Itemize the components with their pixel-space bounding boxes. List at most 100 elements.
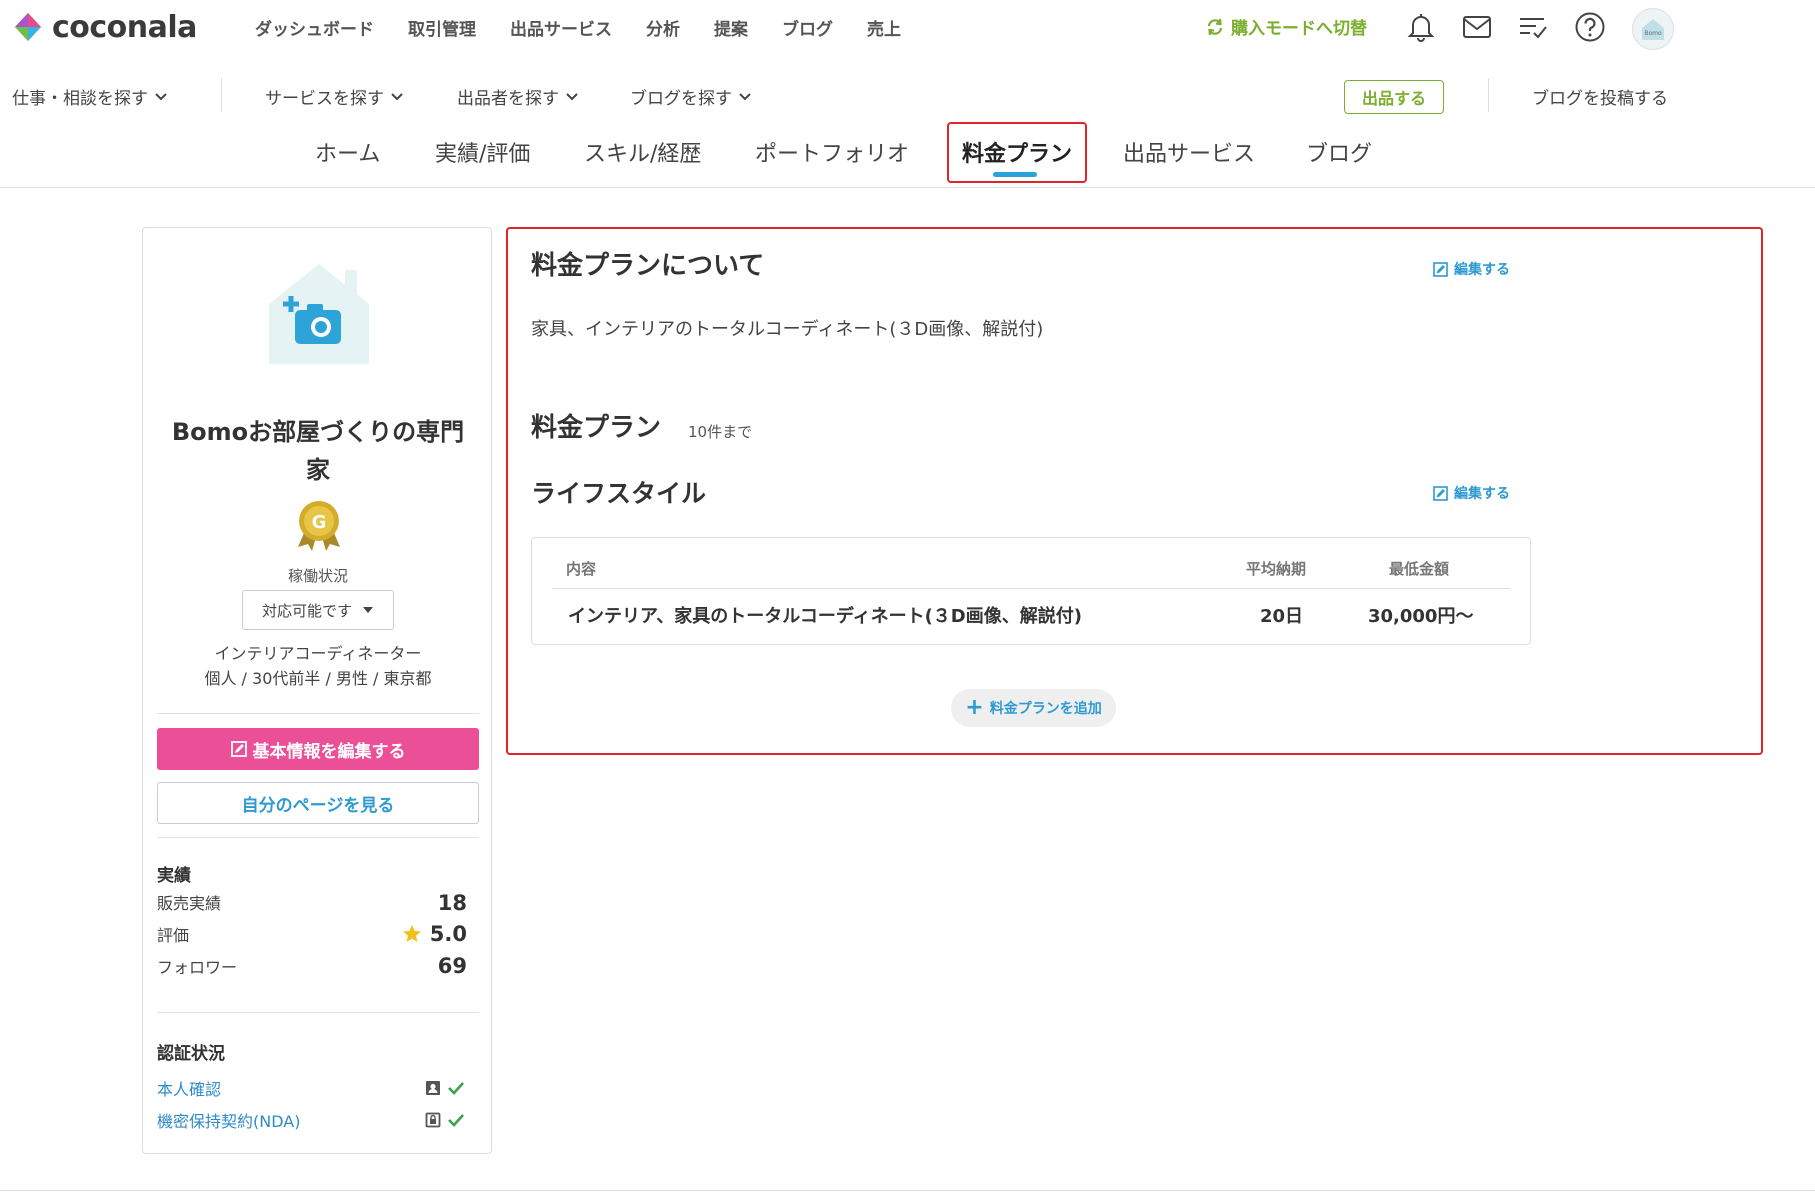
buyer-mode-label: 購入モードへ切替 [1231,19,1367,39]
tab-results-reviews[interactable]: 実績/評価 [435,136,530,168]
buyer-mode-switch[interactable]: 購入モードへ切替 [1205,14,1367,39]
pricing-plan-panel: 料金プランについて 編集する 家具、インテリアのトータルコーディネート(３D画像… [506,227,1763,755]
edit-basic-info-button[interactable]: 基本情報を編集する [157,728,479,770]
footer-divider [0,1190,1815,1191]
identity-verification-link[interactable]: 本人確認 [157,1076,221,1100]
stat-label-sales: 販売実績 [157,894,222,913]
tab-home[interactable]: ホーム [315,136,380,168]
edit-category-link[interactable]: 編集する [1433,483,1510,503]
gold-rank-badge: G [294,499,344,551]
subnav-find-blogs-label: ブログを探す [630,89,732,109]
svg-text:Bomo: Bomo [1644,30,1662,37]
profile-name-line2: 家 [306,456,330,484]
subnav-find-services-label: サービスを探す [265,89,384,109]
divider [157,713,479,714]
chevron-down-icon [391,92,403,100]
camera-plus-icon [269,264,369,364]
about-pricing-text: 家具、インテリアのトータルコーディネート(３D画像、解説付) [531,319,1044,340]
tab-highlight-box [947,122,1087,183]
subnav-find-sellers[interactable]: 出品者を探す [457,84,579,109]
availability-label: 稼働状況 [287,567,348,585]
profile-name-line1: Bomoお部屋づくりの専門 [171,418,465,446]
stat-rating: 5.0 [402,922,467,946]
edit-icon [1433,261,1448,277]
help-icon[interactable] [1573,10,1607,44]
profile-meta: 個人 / 30代前半 / 男性 / 東京都 [204,669,432,688]
about-pricing-title: 料金プランについて [531,251,765,281]
row-delivery: 20日 [1260,606,1304,627]
id-card-icon [426,1081,440,1095]
divider [1488,78,1489,112]
edit-icon [1433,485,1448,501]
nav-dashboard[interactable]: ダッシュボード [255,15,374,40]
table-header-delivery: 平均納期 [1246,560,1307,578]
nda-link[interactable]: 機密保持契約(NDA) [157,1108,300,1132]
bell-icon[interactable] [1404,10,1438,44]
availability-select[interactable]: 対応可能です [242,590,394,630]
pricing-plan-table: 内容 平均納期 最低金額 インテリア、家具のトータルコーディネート(３D画像、解… [531,537,1531,645]
post-blog-link[interactable]: ブログを投稿する [1532,84,1668,109]
nav-services[interactable]: 出品サービス [510,15,612,40]
subnav-find-services[interactable]: サービスを探す [265,84,404,109]
add-pricing-plan-button[interactable]: + 料金プランを追加 [951,689,1116,727]
profile-sidebar: Bomoお部屋づくりの専門 家 G 稼働状況 対応可能です インテリアコーディネ… [142,227,492,1154]
plus-icon: + [965,695,984,720]
profile-image-upload[interactable] [265,258,373,368]
tab-services[interactable]: 出品サービス [1123,136,1255,168]
main-nav: ダッシュボード 取引管理 出品サービス 分析 提案 ブログ 売上 [255,0,935,54]
stat-value-rating: 5.0 [429,922,467,946]
nav-blog[interactable]: ブログ [782,15,833,40]
profile-job-title: インテリアコーディネーター [214,644,422,663]
gold-medal-icon: G [298,501,340,551]
caret-down-icon [363,607,373,613]
add-pricing-plan-label: 料金プランを追加 [989,701,1102,717]
profile-tabs: ホーム 実績/評価 スキル/経歴 ポートフォリオ 料金プラン 出品サービス ブロ… [0,122,1815,188]
tab-skills-career[interactable]: スキル/経歴 [584,136,701,168]
divider [157,1012,479,1013]
subnav-find-sellers-label: 出品者を探す [457,89,559,109]
plan-category-title: ライフスタイル [531,479,707,508]
nav-sales[interactable]: 売上 [867,15,901,40]
sell-button[interactable]: 出品する [1344,80,1444,114]
subnav-find-blogs[interactable]: ブログを探す [630,84,752,109]
task-list-icon[interactable] [1516,10,1550,44]
verification-title: 認証状況 [157,1044,225,1064]
row-content: インテリア、家具のトータルコーディネート(３D画像、解説付) [568,606,1082,627]
nav-analytics[interactable]: 分析 [646,15,680,40]
edit-basic-info-label: 基本情報を編集する [252,741,406,762]
checkmark-icon [448,1082,464,1095]
pricing-plan-title: 料金プラン [531,413,662,443]
user-avatar[interactable]: Bomo [1632,8,1674,50]
house-avatar-icon: Bomo [1642,19,1664,40]
subnav-find-jobs[interactable]: 仕事・相談を探す [12,84,168,109]
availability-value: 対応可能です [261,601,352,620]
tab-portfolio[interactable]: ポートフォリオ [755,136,909,168]
logo-mark-icon [10,9,46,45]
chevron-down-icon [739,92,751,100]
coconala-logo[interactable]: coconala [10,9,197,45]
stat-value-followers: 69 [437,954,467,978]
top-header: coconala ダッシュボード 取引管理 出品サービス 分析 提案 ブログ 売… [0,0,1815,54]
edit-about-label: 編集する [1454,262,1510,278]
nav-transactions[interactable]: 取引管理 [408,15,476,40]
profile-name: Bomoお部屋づくりの専門 家 [163,413,473,489]
checkmark-icon [448,1114,464,1127]
switch-arrows-icon [1207,18,1223,35]
tab-blog[interactable]: ブログ [1306,136,1372,168]
edit-category-label: 編集する [1454,486,1510,502]
edit-about-link[interactable]: 編集する [1433,259,1510,279]
mail-icon[interactable] [1460,10,1494,44]
stat-label-followers: フォロワー [157,958,238,977]
divider [157,837,479,838]
plan-limit-note: 10件まで [688,423,753,441]
view-my-page-button[interactable]: 自分のページを見る [157,782,479,824]
chevron-down-icon [566,92,578,100]
stat-label-rating: 評価 [157,926,190,945]
row-price: 30,000円〜 [1368,606,1474,627]
nav-proposals[interactable]: 提案 [714,15,748,40]
chevron-down-icon [155,92,167,100]
lock-document-icon [425,1112,441,1128]
table-header-price: 最低金額 [1389,560,1450,578]
subnav-find-jobs-label: 仕事・相談を探す [12,89,148,109]
stats-title: 実績 [157,866,191,886]
